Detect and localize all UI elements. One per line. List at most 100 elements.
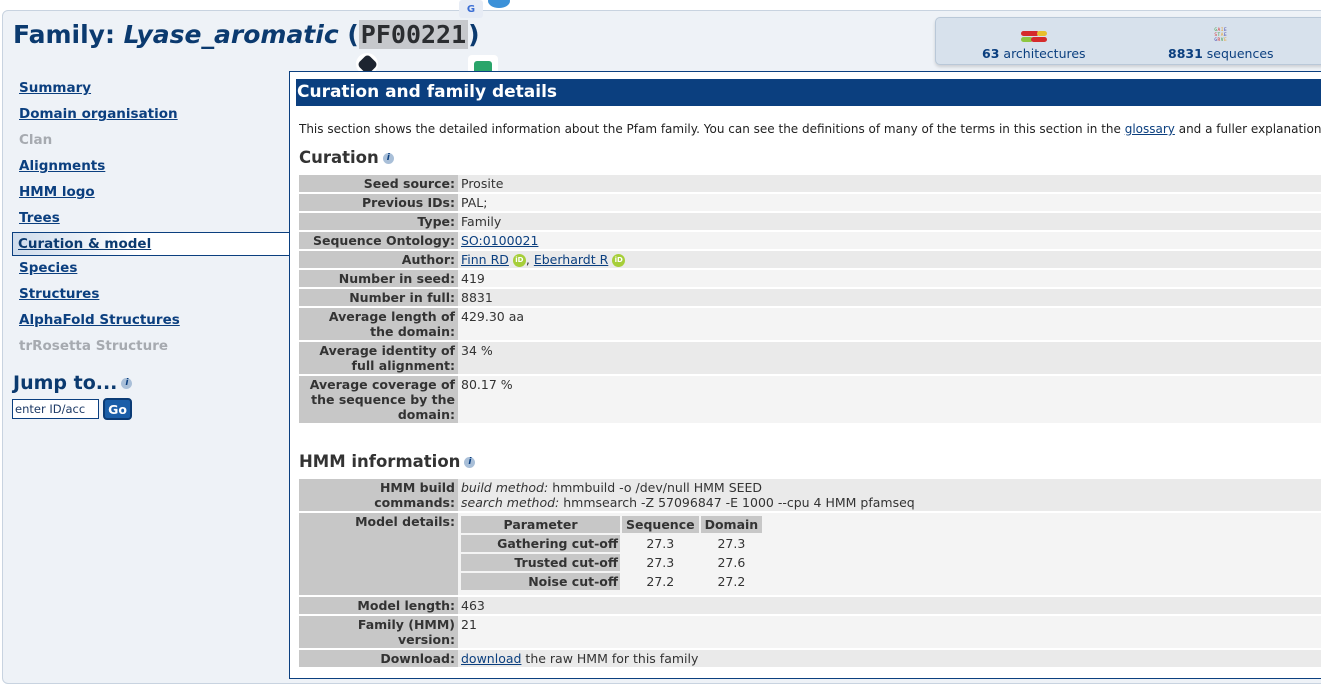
number-in-full-label: Number in full: bbox=[299, 289, 458, 306]
model-details-label: Model details: bbox=[299, 513, 458, 595]
sidebar-item-structures[interactable]: Structures bbox=[12, 282, 290, 308]
info-icon[interactable]: i bbox=[382, 153, 394, 164]
go-button[interactable]: Go bbox=[103, 398, 132, 420]
author-cell: Finn RD iD, Eberhardt R iD bbox=[458, 251, 1321, 268]
orcid-icon[interactable]: iD bbox=[612, 254, 626, 267]
table-row: Number in seed: 419 bbox=[299, 270, 1321, 287]
table-row: Average coverage of the sequence by the … bbox=[299, 376, 1321, 423]
model-length-value: 463 bbox=[458, 597, 1321, 614]
sidebar-item-trees[interactable]: Trees bbox=[12, 206, 290, 232]
glossary-link[interactable]: glossary bbox=[1125, 122, 1175, 136]
intro-text-end: and a fuller explanation bbox=[1174, 122, 1321, 136]
param-sequence: 27.2 bbox=[622, 573, 699, 590]
sidebar-nav: Summary Domain organisation Clan Alignme… bbox=[12, 76, 292, 420]
table-row: Average identity of full alignment: 34 % bbox=[299, 342, 1321, 374]
family-version-label: Family (HMM) version: bbox=[299, 616, 458, 648]
translate-extension-icon[interactable]: G bbox=[459, 0, 483, 18]
jump-to-form: Go bbox=[12, 398, 290, 420]
intro-text: This section shows the detailed informat… bbox=[299, 122, 1321, 136]
hmm-build-commands-value: build method: hmmbuild -o /dev/null HMM … bbox=[458, 479, 1321, 511]
sidebar-item-trrosetta-structure: trRosetta Structure bbox=[19, 338, 169, 354]
param-name: Trusted cut-off bbox=[461, 554, 620, 571]
sequences-stat[interactable]: GAIE STAE GRVE 8831 sequences bbox=[1168, 28, 1274, 61]
table-row: HMM build commands: build method: hmmbui… bbox=[299, 479, 1321, 511]
table-row: Family (HMM) version: 21 bbox=[299, 616, 1321, 648]
title-paren-open: ( bbox=[338, 20, 359, 49]
sidebar-item-domain-organisation[interactable]: Domain organisation bbox=[12, 102, 290, 128]
table-row: Seed source: Prosite bbox=[299, 175, 1321, 192]
table-row: Number in full: 8831 bbox=[299, 289, 1321, 306]
architectures-stat[interactable]: 63 architectures bbox=[982, 28, 1086, 61]
sidebar-item-alignments[interactable]: Alignments bbox=[12, 154, 290, 180]
avg-length-label: Average length of the domain: bbox=[299, 308, 458, 340]
page-title: Family: Lyase_aromatic (PF00221) bbox=[13, 20, 480, 49]
sidebar-item-alphafold-structures[interactable]: AlphaFold Structures bbox=[12, 308, 290, 334]
number-in-seed-value: 419 bbox=[458, 270, 1321, 287]
table-row: Average length of the domain: 429.30 aa bbox=[299, 308, 1321, 340]
type-label: Type: bbox=[299, 213, 458, 230]
jump-to-input[interactable] bbox=[12, 399, 99, 419]
table-row: Previous IDs: PAL; bbox=[299, 194, 1321, 211]
hmm-build-commands-label: HMM build commands: bbox=[299, 479, 458, 511]
table-row: Gathering cut-off 27.3 27.3 bbox=[461, 535, 763, 552]
sidebar-item-clan: Clan bbox=[19, 132, 53, 148]
number-in-seed-label: Number in seed: bbox=[299, 270, 458, 287]
author-link-eberhardt[interactable]: Eberhardt R bbox=[534, 252, 608, 267]
architectures-icon bbox=[1019, 28, 1049, 44]
table-row: Type: Family bbox=[299, 213, 1321, 230]
title-paren-close: ) bbox=[468, 20, 480, 49]
param-sequence: 27.3 bbox=[622, 554, 699, 571]
model-details-cell: Parameter Sequence Domain Gathering cut-… bbox=[458, 513, 1321, 595]
param-domain: 27.2 bbox=[700, 573, 763, 590]
main-panel: Curation and family details This section… bbox=[289, 71, 1321, 679]
search-method-label: search method: bbox=[461, 495, 560, 510]
family-version-value: 21 bbox=[458, 616, 1321, 648]
sidebar-item-species[interactable]: Species bbox=[12, 256, 290, 282]
orcid-icon[interactable]: iD bbox=[512, 254, 526, 267]
param-domain: 27.6 bbox=[700, 554, 763, 571]
extension-circle-icon[interactable] bbox=[486, 0, 512, 10]
curation-table: Seed source: Prosite Previous IDs: PAL; … bbox=[299, 173, 1321, 425]
param-domain: 27.3 bbox=[700, 535, 763, 552]
sequences-icon: GAIE STAE GRVE bbox=[1214, 28, 1228, 43]
avg-length-value: 429.30 aa bbox=[458, 308, 1321, 340]
info-icon[interactable]: i bbox=[464, 457, 476, 468]
architectures-label: architectures bbox=[1003, 46, 1086, 61]
sidebar-item-summary[interactable]: Summary bbox=[12, 76, 290, 102]
sidebar-item-hmm-logo[interactable]: HMM logo bbox=[12, 180, 290, 206]
info-icon[interactable]: i bbox=[121, 378, 133, 389]
search-method-value: hmmsearch -Z 57096847 -E 1000 --cpu 4 HM… bbox=[563, 495, 915, 510]
table-header-row: Parameter Sequence Domain bbox=[461, 516, 763, 533]
sequence-ontology-cell: SO:0100021 bbox=[458, 232, 1321, 249]
hmm-heading-label: HMM information bbox=[299, 452, 461, 471]
download-hmm-link[interactable]: download bbox=[461, 651, 521, 666]
architectures-count: 63 bbox=[982, 46, 1000, 61]
author-link-finn[interactable]: Finn RD bbox=[461, 252, 509, 267]
table-row: Noise cut-off 27.2 27.2 bbox=[461, 573, 763, 590]
intro-text-start: This section shows the detailed informat… bbox=[299, 122, 1125, 136]
download-cell: download the raw HMM for this family bbox=[458, 650, 1321, 667]
model-length-label: Model length: bbox=[299, 597, 458, 614]
sequence-ontology-link[interactable]: SO:0100021 bbox=[461, 233, 538, 248]
table-row: Trusted cut-off 27.3 27.6 bbox=[461, 554, 763, 571]
model-parameters-table: Parameter Sequence Domain Gathering cut-… bbox=[459, 514, 764, 592]
download-description: the raw HMM for this family bbox=[521, 651, 699, 666]
avg-identity-label: Average identity of full alignment: bbox=[299, 342, 458, 374]
param-header-domain: Domain bbox=[700, 516, 763, 533]
param-sequence: 27.3 bbox=[622, 535, 699, 552]
family-accession: PF00221 bbox=[358, 20, 469, 49]
build-method-value: hmmbuild -o /dev/null HMM SEED bbox=[552, 480, 763, 495]
download-label: Download: bbox=[299, 650, 458, 667]
param-header-sequence: Sequence bbox=[622, 516, 699, 533]
sequences-count: 8831 bbox=[1168, 46, 1203, 61]
avg-coverage-value: 80.17 % bbox=[458, 376, 1321, 423]
title-prefix: Family: bbox=[13, 20, 124, 49]
param-name: Noise cut-off bbox=[461, 573, 620, 590]
jump-to-label: Jump to... bbox=[13, 372, 118, 394]
sequence-ontology-label: Sequence Ontology: bbox=[299, 232, 458, 249]
seed-source-value: Prosite bbox=[458, 175, 1321, 192]
table-row: Model details: Parameter Sequence Domain… bbox=[299, 513, 1321, 595]
avg-identity-value: 34 % bbox=[458, 342, 1321, 374]
sidebar-item-curation-model[interactable]: Curation & model bbox=[12, 232, 292, 256]
table-row: Download: download the raw HMM for this … bbox=[299, 650, 1321, 667]
